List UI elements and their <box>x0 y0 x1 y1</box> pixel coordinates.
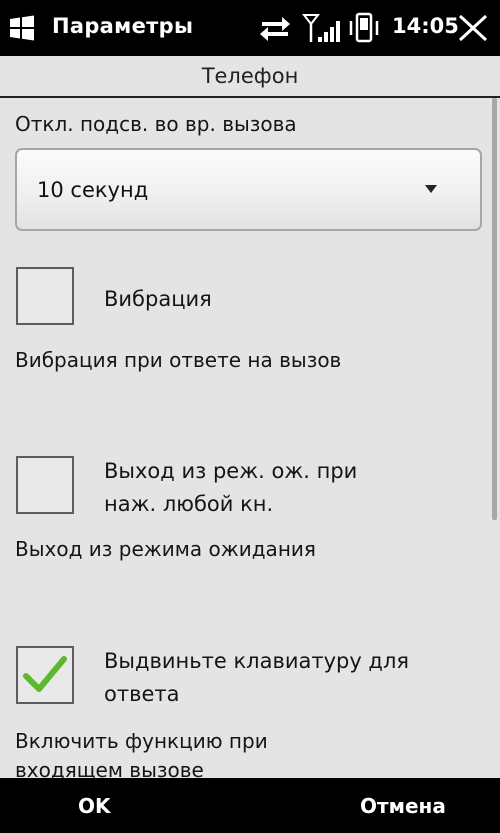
backlight-dropdown[interactable]: 10 секунд <box>15 148 482 231</box>
check-icon <box>23 656 67 692</box>
clock: 14:05 <box>392 14 459 38</box>
slide-keyboard-label: Выдвиньте клавиатуру для ответа <box>104 645 409 711</box>
exit-standby-label: Выход из реж. ож. при наж. любой кн. <box>104 455 357 521</box>
slide-keyboard-description: Включить функцию при входящем вызове <box>15 727 268 785</box>
backlight-label: Откл. подсв. во вр. вызова <box>15 112 297 136</box>
phone-vibrate-icon <box>349 12 379 43</box>
close-icon[interactable] <box>457 13 489 43</box>
status-bar: Параметры 14:05 <box>0 0 500 56</box>
data-transfer-icon <box>260 17 290 41</box>
softkey-bar: OK Отмена <box>0 778 500 833</box>
scrollbar[interactable] <box>492 98 497 520</box>
slide-keyboard-checkbox[interactable] <box>16 646 74 704</box>
exit-standby-label-line1: Выход из реж. ож. при <box>104 459 358 483</box>
app-title: Параметры <box>52 14 194 38</box>
windows-start-icon[interactable] <box>8 14 36 42</box>
vibration-checkbox[interactable] <box>16 267 74 325</box>
slide-keyboard-label-line2: ответа <box>104 682 180 706</box>
signal-icon <box>302 14 340 42</box>
exit-standby-label-line2: наж. любой кн. <box>104 492 274 516</box>
ok-button[interactable]: OK <box>78 794 111 818</box>
chevron-down-icon <box>425 185 437 193</box>
section-divider <box>0 96 500 98</box>
exit-standby-description: Выход из режима ожидания <box>15 537 316 561</box>
slide-keyboard-label-line1: Выдвиньте клавиатуру для <box>104 649 410 673</box>
vibration-description: Вибрация при ответе на вызов <box>15 348 342 372</box>
dropdown-selected-value: 10 секунд <box>37 178 149 202</box>
section-title: Телефон <box>201 64 299 88</box>
vibration-label: Вибрация <box>104 287 212 311</box>
exit-standby-checkbox[interactable] <box>16 456 74 514</box>
slide-keyboard-description-line1: Включить функцию при <box>15 729 268 753</box>
cancel-button[interactable]: Отмена <box>360 794 446 818</box>
